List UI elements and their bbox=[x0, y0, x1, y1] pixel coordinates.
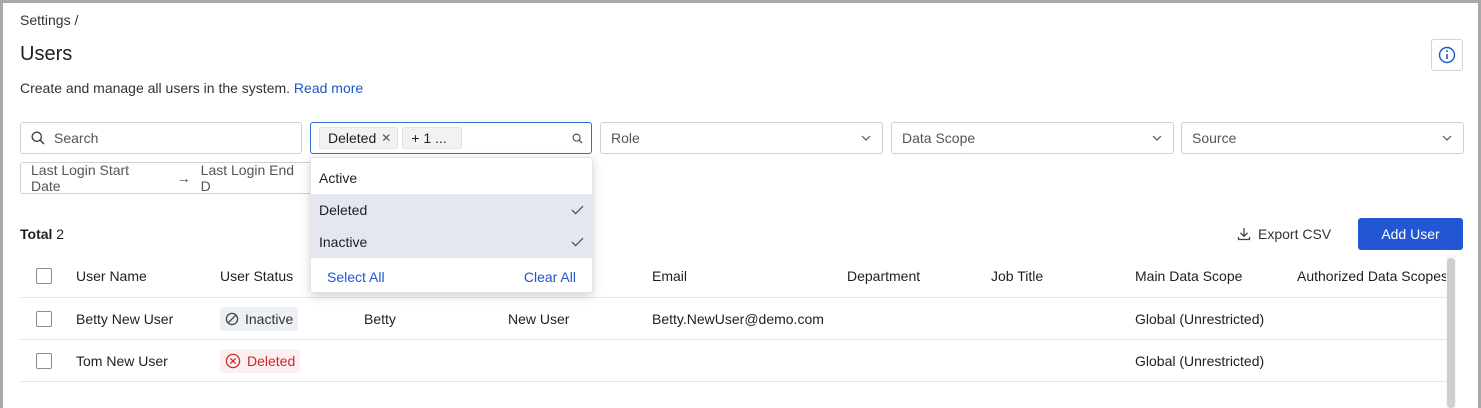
select-all-cell bbox=[36, 255, 52, 297]
row-checkbox[interactable] bbox=[36, 310, 52, 327]
status-tag-label: Deleted bbox=[328, 130, 377, 146]
column-header-email[interactable]: Email bbox=[652, 255, 687, 297]
page-title: Users bbox=[20, 43, 73, 65]
status-tag-deleted[interactable]: Deleted ✕ bbox=[319, 127, 399, 149]
status-tag-more: + 1 ... bbox=[402, 127, 462, 149]
select-all-checkbox[interactable] bbox=[36, 268, 52, 284]
export-csv-label: Export CSV bbox=[1258, 226, 1332, 242]
table-header-row: User Name User Status Email Department J… bbox=[20, 255, 1448, 298]
role-select[interactable]: Role bbox=[600, 122, 883, 154]
total-count: Total 2 bbox=[20, 226, 64, 242]
chevron-down-icon bbox=[1151, 132, 1163, 144]
status-option-label: Deleted bbox=[319, 202, 368, 218]
column-header-main-data-scope[interactable]: Main Data Scope bbox=[1135, 255, 1242, 297]
status-option-label: Active bbox=[319, 170, 358, 186]
search-icon bbox=[571, 132, 583, 144]
email-cell: Betty.NewUser@demo.com bbox=[652, 310, 824, 327]
column-header-authorized-data-scopes[interactable]: Authorized Data Scopes bbox=[1297, 255, 1448, 297]
status-badge-deleted: Deleted bbox=[220, 348, 301, 373]
source-select[interactable]: Source bbox=[1181, 122, 1464, 154]
status-option-deleted[interactable]: Deleted bbox=[311, 194, 592, 226]
total-label: Total bbox=[20, 226, 53, 242]
table-row[interactable]: Betty New User Inactive Betty New User B… bbox=[20, 298, 1446, 340]
user-status-filter[interactable]: Deleted ✕ + 1 ... bbox=[310, 122, 592, 154]
user-name-cell: Betty New User bbox=[76, 310, 174, 327]
export-csv-button[interactable]: Export CSV bbox=[1237, 226, 1331, 242]
first-name-cell: Betty bbox=[364, 310, 396, 327]
add-user-button[interactable]: Add User bbox=[1358, 218, 1463, 250]
check-icon bbox=[571, 237, 584, 247]
page-description: Create and manage all users in the syste… bbox=[20, 80, 363, 96]
row-select-cell bbox=[36, 298, 52, 339]
download-icon bbox=[1237, 228, 1251, 241]
description-text: Create and manage all users in the syste… bbox=[20, 80, 291, 96]
user-status-dropdown: Active Deleted Inactive Select All Clear… bbox=[310, 157, 593, 293]
search-icon bbox=[31, 131, 45, 145]
close-icon[interactable]: ✕ bbox=[381, 131, 391, 145]
status-badge-inactive: Inactive bbox=[220, 306, 299, 331]
total-value: 2 bbox=[56, 226, 65, 242]
user-status-cell: Deleted bbox=[220, 340, 301, 381]
users-table: User Name User Status Email Department J… bbox=[20, 255, 1448, 382]
select-all-button[interactable]: Select All bbox=[327, 269, 385, 285]
inactive-icon bbox=[225, 312, 239, 325]
data-scope-placeholder: Data Scope bbox=[902, 130, 976, 146]
search-placeholder: Search bbox=[54, 130, 99, 146]
role-placeholder: Role bbox=[611, 130, 640, 146]
status-badge-label: Inactive bbox=[245, 310, 294, 327]
main-data-scope-cell: Global (Unrestricted) bbox=[1135, 310, 1265, 327]
column-header-department[interactable]: Department bbox=[847, 255, 920, 297]
main-data-scope-cell: Global (Unrestricted) bbox=[1135, 352, 1265, 369]
read-more-link[interactable]: Read more bbox=[294, 80, 363, 96]
status-tag-more-label: + 1 ... bbox=[411, 130, 447, 146]
user-status-cell: Inactive bbox=[220, 298, 299, 339]
status-option-inactive[interactable]: Inactive bbox=[311, 226, 592, 258]
chevron-down-icon bbox=[860, 132, 872, 144]
login-end-placeholder[interactable]: Last Login End D bbox=[201, 162, 300, 194]
row-checkbox[interactable] bbox=[36, 352, 52, 369]
data-scope-select[interactable]: Data Scope bbox=[891, 122, 1174, 154]
status-dropdown-footer: Select All Clear All bbox=[311, 260, 592, 294]
status-badge-label: Deleted bbox=[247, 352, 296, 369]
breadcrumb[interactable]: Settings / bbox=[20, 12, 78, 28]
source-placeholder: Source bbox=[1192, 130, 1237, 146]
clear-all-button[interactable]: Clear All bbox=[524, 269, 576, 285]
search-input[interactable]: Search bbox=[20, 122, 302, 154]
table-row[interactable]: Tom New User Deleted Global (Unrestricte… bbox=[20, 340, 1446, 382]
last-login-date-range[interactable]: Last Login Start Date → Last Login End D bbox=[20, 162, 310, 194]
arrow-right-icon: → bbox=[176, 170, 191, 186]
chevron-down-icon bbox=[1441, 132, 1453, 144]
last-name-cell: New User bbox=[508, 310, 570, 327]
status-option-active[interactable]: Active bbox=[311, 162, 592, 194]
check-icon bbox=[571, 205, 584, 215]
table-scrollbar-thumb[interactable] bbox=[1447, 258, 1455, 408]
column-header-user-status[interactable]: User Status bbox=[220, 255, 293, 297]
user-name-cell: Tom New User bbox=[76, 352, 168, 369]
users-page: Settings / Users Create and manage all u… bbox=[3, 3, 1478, 408]
deleted-icon bbox=[225, 353, 241, 368]
column-header-user-name[interactable]: User Name bbox=[76, 255, 147, 297]
info-icon bbox=[1438, 46, 1456, 64]
info-button[interactable] bbox=[1431, 39, 1463, 71]
row-select-cell bbox=[36, 340, 52, 381]
login-start-placeholder[interactable]: Last Login Start Date bbox=[31, 162, 153, 194]
column-header-job-title[interactable]: Job Title bbox=[991, 255, 1043, 297]
status-option-label: Inactive bbox=[319, 234, 368, 250]
